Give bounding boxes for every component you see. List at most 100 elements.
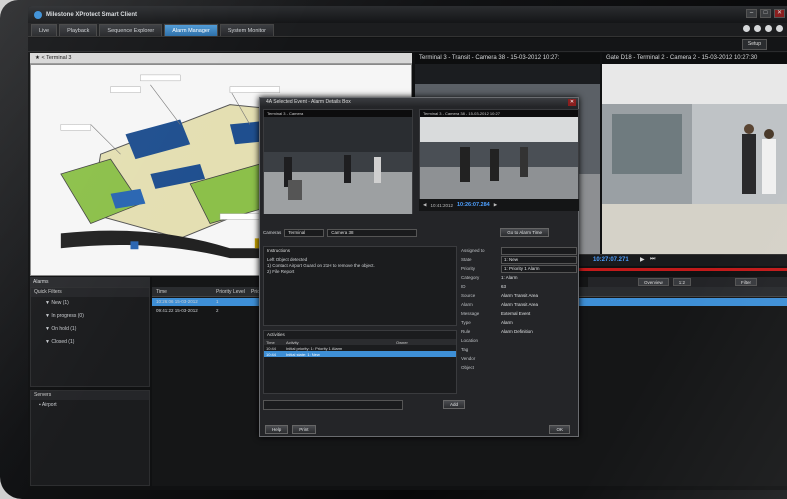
close-icon[interactable]: ✕: [774, 9, 785, 18]
prop-label: State: [461, 257, 472, 262]
prop-value: Alarm Transit Area: [501, 302, 539, 307]
window-controls: – □ ✕: [746, 9, 785, 18]
setup-button[interactable]: Setup: [741, 39, 767, 50]
prop-value: Alarm Definition: [501, 329, 533, 334]
overview-button[interactable]: Overview: [638, 278, 669, 286]
filter-icon: ▼: [45, 326, 50, 332]
tab-alarm-manager[interactable]: Alarm Manager: [164, 24, 218, 36]
prop-value: Alarm: [501, 320, 513, 325]
camera-image: [420, 117, 578, 199]
quick-filters-title: Quick Filters: [31, 288, 149, 297]
page-indicator: 1:2: [672, 278, 692, 286]
camera-select[interactable]: Camera 38: [327, 228, 418, 237]
next-icon[interactable]: ▶: [494, 202, 497, 208]
tab-live[interactable]: Live: [31, 24, 58, 36]
status-icon[interactable]: [754, 25, 761, 32]
prop-label: Message: [461, 311, 480, 316]
tab-playback[interactable]: Playback: [59, 24, 98, 36]
dialog-camera-1[interactable]: Terminal 3 - Camera: [263, 109, 413, 214]
filter-new[interactable]: ▼ New (1): [31, 297, 149, 310]
filter-in-progress[interactable]: ▼ In progress (0): [31, 310, 149, 323]
go-to-alarm-time-button[interactable]: Go to Alarm Time: [500, 228, 550, 237]
instructions-panel: Instructions Left Object detected 1) Con…: [263, 246, 457, 326]
close-icon[interactable]: ✕: [568, 99, 576, 106]
status-icon[interactable]: [776, 25, 783, 32]
activity-time: 10:44: [264, 351, 284, 357]
activity-owner: [394, 351, 456, 357]
prop-label: Alarm: [461, 302, 473, 307]
print-button[interactable]: Print: [292, 425, 316, 434]
column-header[interactable]: Priority Level: [212, 287, 247, 296]
server-label: Airport: [41, 402, 57, 408]
workspace-tabs: Live Playback Sequence Explorer Alarm Ma…: [28, 23, 787, 37]
selected-row-highlight: [588, 298, 787, 305]
camera-pane-2-title: Gate D18 - Terminal 2 - Camera 2 - 15-03…: [602, 53, 787, 64]
alarm-level: 1: [216, 299, 219, 304]
maximize-icon[interactable]: □: [760, 9, 771, 18]
filter-label: New (1): [51, 300, 69, 306]
activity-comment-input[interactable]: [263, 400, 403, 410]
server-item[interactable]: ▪ Airport: [31, 400, 149, 410]
camera-image: [264, 117, 412, 214]
status-icon[interactable]: [765, 25, 772, 32]
prop-label: Rule: [461, 329, 471, 334]
alarm-time: 10:26:06 15-03-2012: [156, 299, 198, 304]
home-icon[interactable]: ★: [35, 55, 40, 61]
tab-system-monitor[interactable]: System Monitor: [219, 24, 275, 36]
add-button[interactable]: Add: [443, 400, 466, 409]
prop-label: Vendor: [461, 356, 476, 361]
column-header[interactable]: Time: [152, 287, 212, 296]
filter-button[interactable]: Filter: [735, 278, 758, 286]
dialog-title: 4A Selected Event - Alarm Details Box: [266, 99, 351, 105]
quick-filters-panel: Quick Filters ▼ New (1) ▼ In progress (0…: [30, 287, 150, 387]
back-icon[interactable]: <: [41, 55, 44, 61]
status-icon[interactable]: [743, 25, 750, 32]
filter-on-hold[interactable]: ▼ On hold (1): [31, 323, 149, 336]
servers-title: Servers: [31, 391, 149, 400]
prop-value: 1: Alarm: [501, 275, 518, 280]
state-select[interactable]: 1: New: [501, 255, 577, 264]
filter-icon: ▼: [45, 313, 50, 319]
alarm-time: 09:41:22 15-03-2012: [156, 308, 198, 313]
instruction-line: 2) File Report: [267, 269, 295, 274]
tab-sequence-explorer[interactable]: Sequence Explorer: [99, 24, 163, 36]
table-row[interactable]: 10:44 Initial state: 1: New: [264, 351, 456, 357]
assigned-to-select[interactable]: [501, 246, 577, 255]
minimize-icon[interactable]: –: [746, 9, 757, 18]
filter-label: In progress (0): [51, 313, 84, 319]
previous-icon[interactable]: ◀: [423, 202, 426, 208]
app-logo-icon: [34, 10, 42, 19]
location-select[interactable]: Terminal: [284, 228, 325, 237]
app-window: Milestone XProtect Smart Client – □ ✕ Li…: [28, 6, 787, 490]
priority-select[interactable]: 1: Priority 1 Alarm: [501, 264, 577, 273]
activities-panel: Activities Time Activity Owner 10:44 Ini…: [263, 330, 457, 394]
ok-button[interactable]: OK: [549, 425, 570, 434]
status-icons: [743, 25, 783, 32]
prop-label: ID: [461, 284, 466, 289]
prop-value: External Event: [501, 311, 531, 316]
filter-closed[interactable]: ▼ Closed (1): [31, 336, 149, 349]
alarm-details-dialog: 4A Selected Event - Alarm Details Box ✕ …: [259, 97, 579, 437]
filter-icon: ▼: [45, 339, 50, 345]
dialog-camera-2[interactable]: Terminal 3 - Camera 38 - 15-03-2012 10:2…: [419, 109, 579, 199]
filter-label: Closed (1): [51, 339, 75, 345]
dialog-camera-2-title: Terminal 3 - Camera 38 - 15-03-2012 10:2…: [420, 110, 578, 117]
prop-label: Type: [461, 320, 471, 325]
app-title: Milestone XProtect Smart Client: [46, 11, 138, 18]
prop-label: Tag: [461, 347, 469, 352]
dialog-playback-controls: ◀ 10:41:2012 10:26:07.284 ▶: [419, 199, 579, 211]
play-icon[interactable]: ▶: [640, 256, 645, 263]
title-bar: Milestone XProtect Smart Client – □ ✕: [28, 6, 787, 23]
cameras-label: Cameras: [263, 230, 282, 235]
alarms-panel-title: Alarms: [30, 277, 150, 287]
dialog-footer: Help Print: [260, 422, 580, 437]
activities-title: Activities: [267, 332, 285, 337]
map-breadcrumb: ★ < Terminal 3: [30, 53, 412, 64]
step-forward-icon[interactable]: ⏭: [650, 256, 655, 263]
help-button[interactable]: Help: [265, 425, 289, 434]
filter-label: On hold (1): [51, 326, 77, 332]
camera-view-2[interactable]: [602, 64, 787, 254]
prop-label: Source: [461, 293, 476, 298]
camera-pane-1-title: Terminal 3 - Transit - Camera 38 - 15-03…: [415, 53, 600, 64]
dialog-timecode: 10:26:07.284: [457, 202, 490, 208]
